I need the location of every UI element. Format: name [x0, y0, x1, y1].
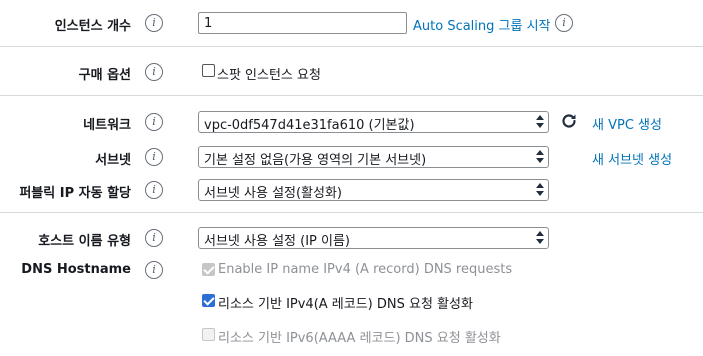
instances-row: 인스턴스 개수 i Auto Scaling 그룹 시작 i [0, 12, 703, 34]
dns-hostname-row: DNS Hostname i Enable IP name IPv4 (A re… [0, 259, 703, 281]
public-ip-row: 퍼블릭 IP 자동 할당 i 서브넷 사용 설정(활성화) [0, 179, 703, 201]
info-icon[interactable]: i [145, 63, 163, 81]
info-icon[interactable]: i [145, 229, 163, 247]
select-arrows-icon [536, 115, 545, 129]
hostname-type-row: 호스트 이름 유형 i 서브넷 사용 설정 (IP 이름) [0, 227, 703, 249]
new-vpc-link[interactable]: 새 VPC 생성 [592, 114, 662, 133]
resource-ipv6-checkbox [202, 328, 215, 341]
network-row: 네트워크 i vpc-0df547d41e31fa610 (기본값) 새 VPC… [0, 111, 703, 133]
resource-ipv6-label: 리소스 기반 IPv6(AAAA 레코드) DNS 요청 활성화 [218, 331, 501, 346]
network-select-value: vpc-0df547d41e31fa610 (기본값) [204, 118, 415, 133]
subnet-row: 서브넷 i 기본 설정 없음(가용 영역의 기본 서브넷) 새 서브넷 생성 [0, 146, 703, 168]
info-icon[interactable]: i [145, 181, 163, 199]
select-arrows-icon [536, 150, 545, 164]
ipv4-a-record-label: Enable IP name IPv4 (A record) DNS reque… [218, 262, 513, 277]
divider [0, 95, 703, 96]
public-ip-select-value: 서브넷 사용 설정(활성화) [204, 186, 343, 201]
refresh-icon[interactable] [560, 112, 578, 130]
subnet-select-value: 기본 설정 없음(가용 영역의 기본 서브넷) [204, 153, 427, 168]
hostname-type-label: 호스트 이름 유형 [38, 234, 131, 249]
hostname-type-select[interactable]: 서브넷 사용 설정 (IP 이름) [198, 227, 549, 249]
network-select[interactable]: vpc-0df547d41e31fa610 (기본값) [198, 111, 549, 133]
new-subnet-link[interactable]: 새 서브넷 생성 [592, 149, 672, 168]
hostname-type-select-value: 서브넷 사용 설정 (IP 이름) [204, 234, 350, 249]
instance-count-input[interactable] [198, 12, 407, 34]
select-arrows-icon [536, 183, 545, 197]
divider [0, 212, 703, 213]
spot-instance-label: 스팟 인스턴스 요청 [217, 68, 321, 83]
select-arrows-icon [536, 231, 545, 245]
divider [0, 46, 703, 47]
purchase-label: 구매 옵션 [78, 68, 131, 83]
purchase-row: 구매 옵션 i 스팟 인스턴스 요청 [0, 61, 703, 83]
resource-ipv4-checkbox[interactable] [202, 294, 215, 307]
public-ip-label: 퍼블릭 IP 자동 할당 [19, 186, 131, 201]
ipv4-a-record-checkbox [202, 263, 215, 276]
info-icon[interactable]: i [145, 14, 163, 32]
info-icon[interactable]: i [145, 113, 163, 131]
spot-instance-checkbox[interactable] [202, 64, 215, 77]
public-ip-select[interactable]: 서브넷 사용 설정(활성화) [198, 179, 549, 201]
network-label: 네트워크 [83, 118, 131, 133]
instances-label: 인스턴스 개수 [54, 19, 131, 34]
subnet-label: 서브넷 [95, 153, 131, 168]
dns-option-row: 리소스 기반 IPv4(A 레코드) DNS 요청 활성화 [0, 290, 703, 312]
info-icon[interactable]: i [145, 148, 163, 166]
resource-ipv4-label: 리소스 기반 IPv4(A 레코드) DNS 요청 활성화 [218, 297, 473, 312]
dns-option-row: 리소스 기반 IPv6(AAAA 레코드) DNS 요청 활성화 [0, 324, 703, 346]
info-icon[interactable]: i [555, 14, 573, 32]
dns-hostname-label: DNS Hostname [21, 262, 131, 277]
info-icon[interactable]: i [145, 261, 163, 279]
autoscaling-link[interactable]: Auto Scaling 그룹 시작 [413, 15, 551, 34]
subnet-select[interactable]: 기본 설정 없음(가용 영역의 기본 서브넷) [198, 146, 549, 168]
